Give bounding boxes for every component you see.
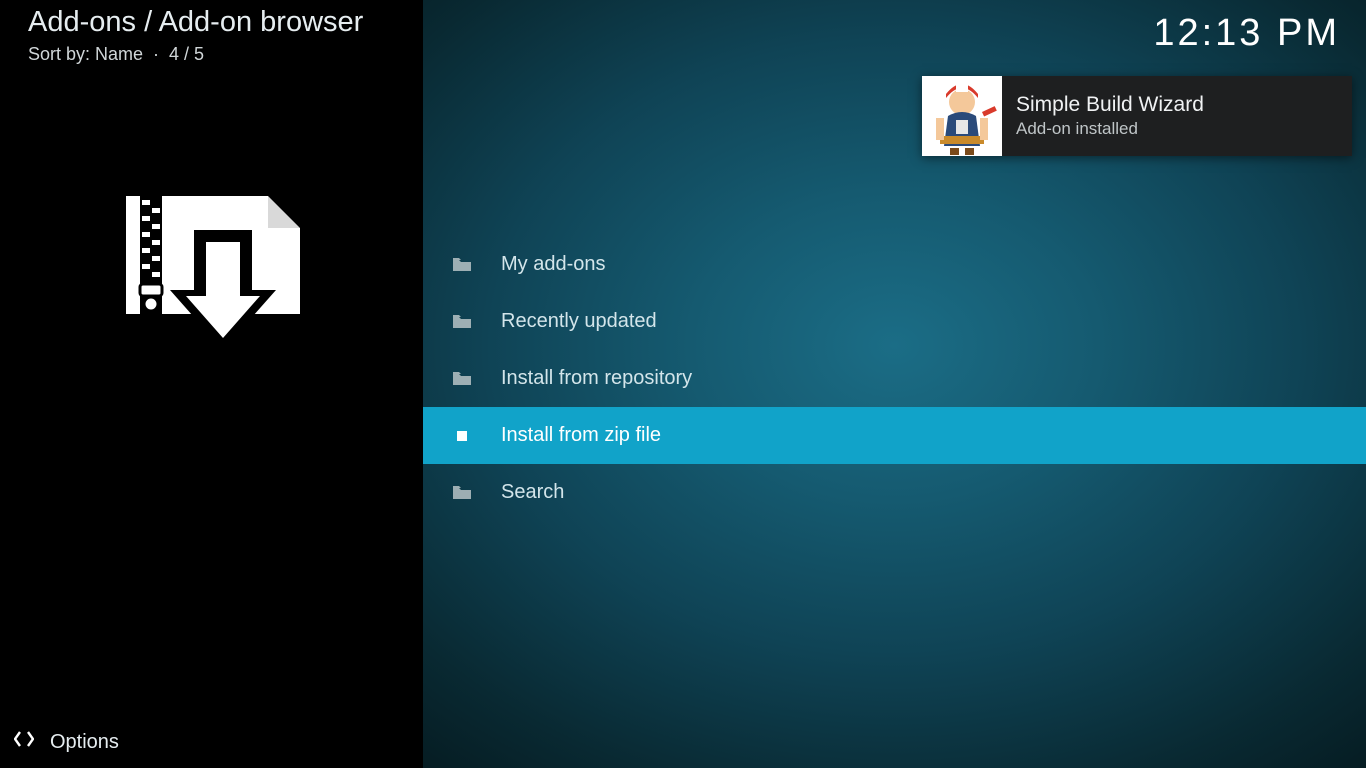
notification-toast[interactable]: Simple Build Wizard Add-on installed [922, 76, 1352, 156]
menu-item-my-addons[interactable]: My add-ons [423, 236, 1366, 293]
folder-icon [451, 371, 473, 387]
menu-item-install-zip[interactable]: Install from zip file [423, 407, 1366, 464]
breadcrumb: Add-ons / Add-on browser [28, 6, 363, 39]
sort-line: Sort by: Name · 4 / 5 [28, 44, 204, 65]
folder-icon [451, 485, 473, 501]
sort-value: Name [95, 44, 143, 64]
menu-item-install-repository[interactable]: Install from repository [423, 350, 1366, 407]
sidebar: Add-ons / Add-on browser Sort by: Name ·… [0, 0, 423, 768]
menu-item-label: Install from repository [501, 367, 692, 390]
sort-prefix: Sort by: [28, 44, 95, 64]
zip-file-icon [451, 428, 473, 444]
menu-item-label: Install from zip file [501, 424, 661, 447]
menu-list: My add-ons Recently updated Install from… [423, 236, 1366, 521]
sort-sep: · [143, 44, 169, 64]
toast-subtitle: Add-on installed [1016, 119, 1204, 139]
options-label: Options [50, 731, 119, 754]
options-button[interactable]: Options [14, 730, 119, 754]
toast-title: Simple Build Wizard [1016, 93, 1204, 117]
menu-item-search[interactable]: Search [423, 464, 1366, 521]
menu-item-label: My add-ons [501, 253, 606, 276]
list-position: 4 / 5 [169, 44, 204, 64]
options-arrows-icon [14, 730, 34, 754]
main-panel: 12:13 PM Simple Build Wizard Add-on inst… [423, 0, 1366, 768]
menu-item-recently-updated[interactable]: Recently updated [423, 293, 1366, 350]
menu-item-label: Search [501, 481, 564, 504]
zip-install-art-icon [120, 190, 305, 380]
toast-text: Simple Build Wizard Add-on installed [1002, 93, 1204, 139]
clock: 12:13 PM [1153, 12, 1340, 55]
folder-icon [451, 257, 473, 273]
toast-thumbnail [922, 76, 1002, 156]
menu-item-label: Recently updated [501, 310, 657, 333]
folder-icon [451, 314, 473, 330]
